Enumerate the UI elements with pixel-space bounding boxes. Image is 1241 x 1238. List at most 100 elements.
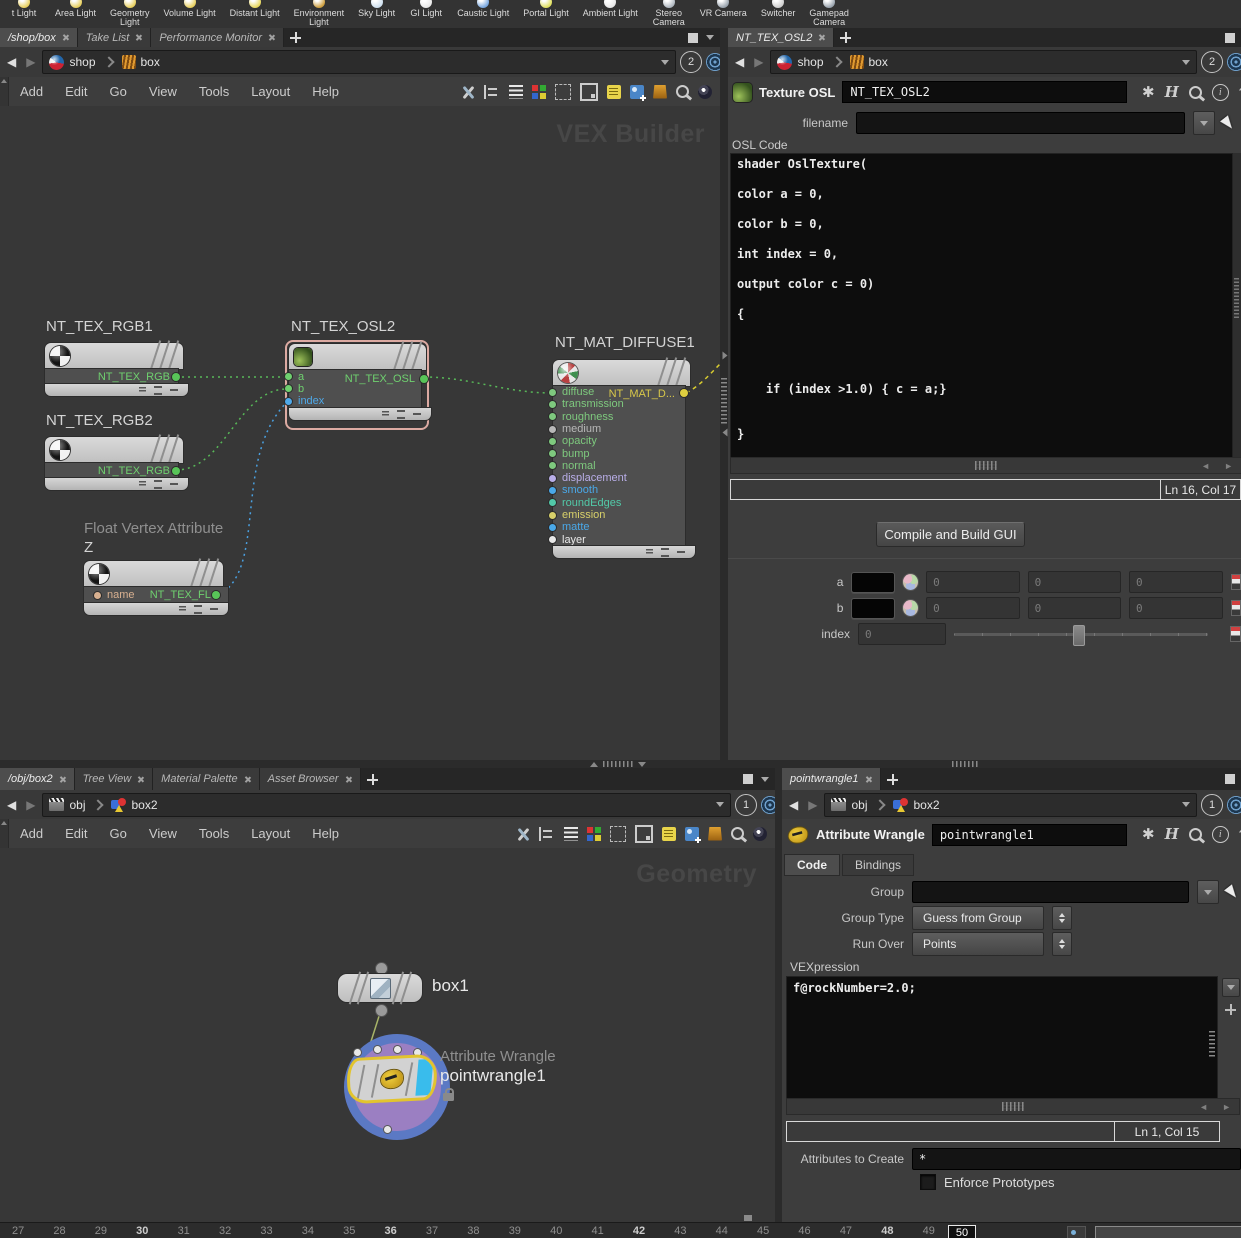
forward-icon[interactable]: ▶ [805,798,820,812]
path-dropdown-icon[interactable] [1182,59,1190,65]
vertical-splitter[interactable] [775,768,782,1222]
pane-tab[interactable]: Take List [77,28,152,47]
forward-icon[interactable]: ▶ [23,798,38,812]
menu-item[interactable]: Help [301,826,350,841]
file-chooser-icon[interactable] [1220,114,1236,132]
path-node[interactable]: box [869,55,888,69]
menu-item[interactable]: Layout [240,826,301,841]
path-field[interactable]: shop box [42,50,676,74]
node-nt-tex-osl2-selected[interactable]: a b index NT_TEX_OSL [285,340,431,430]
output-connector[interactable] [172,373,180,381]
pane-tab[interactable]: Asset Browser [259,768,361,790]
search-icon[interactable] [676,85,689,98]
frame-number[interactable]: 46 [798,1225,839,1237]
info-icon[interactable]: i [1211,83,1229,101]
close-tab-icon[interactable] [818,34,825,41]
houdini-logo-icon[interactable]: H [1165,84,1179,100]
gear-icon[interactable]: ✱ [1142,85,1155,100]
shelf-tool[interactable]: Distant Light [223,0,287,18]
subnet-window-icon[interactable] [635,824,653,843]
vex-expand-icon[interactable] [1222,978,1240,997]
frame-number[interactable]: 42 [633,1225,674,1237]
param-subtab[interactable]: Bindings [842,854,915,876]
node-name-field[interactable]: NT_TEX_OSL2 [842,81,1127,103]
path-dropdown-icon[interactable] [661,59,669,65]
gallery-icon[interactable] [653,84,667,99]
splitter-grip[interactable] [603,761,633,767]
link-radar-icon[interactable] [1227,53,1241,71]
network-editor-obj[interactable]: Geometry box1 Attribute Wrangle pointwra… [0,848,775,1222]
frame-number[interactable]: 39 [509,1225,550,1237]
shelf-tool[interactable]: Switcher [754,0,803,18]
path-root[interactable]: obj [69,798,85,812]
expand-down-icon[interactable] [638,761,646,767]
horizontal-splitter[interactable] [0,760,1241,768]
input-connector[interactable] [549,425,556,433]
history-count-badge[interactable]: 1 [1201,793,1223,816]
close-tab-icon[interactable] [62,34,69,41]
pane-maximize-icon[interactable] [688,32,698,43]
tree-view-icon[interactable] [539,826,555,841]
input-connector[interactable] [549,523,556,531]
node-toggle-icons[interactable] [45,478,188,490]
menu-item[interactable]: Add [9,84,54,99]
shelf-tool[interactable]: Sky Light [351,0,402,18]
frame-number[interactable]: 38 [467,1225,508,1237]
back-icon[interactable]: ◀ [4,798,19,812]
path-dropdown-icon[interactable] [716,802,724,807]
input-connector[interactable] [549,536,556,544]
index-slider[interactable] [954,624,1208,646]
value-field[interactable]: 0 [1129,571,1223,593]
splitter-grip[interactable] [952,761,978,767]
run-over-select[interactable]: Points [912,932,1044,956]
close-tab-icon[interactable] [135,34,142,41]
value-field[interactable]: 0 [1027,571,1122,593]
shelf-tool[interactable]: Ambient Light [576,0,645,18]
tools-icon[interactable] [516,827,530,841]
value-field[interactable]: 0 [1027,597,1122,619]
input-connector[interactable] [549,462,556,470]
path-node[interactable]: box2 [913,798,939,812]
input-connector[interactable] [549,511,556,519]
gallery-icon[interactable] [708,826,722,841]
node-pointwrangle1-selected[interactable] [345,1053,439,1105]
template-flag-dot[interactable] [384,1126,391,1133]
path-root[interactable]: shop [69,55,95,69]
list-view-icon[interactable] [564,826,578,841]
path-root[interactable]: shop [797,55,823,69]
node-name-field[interactable]: pointwrangle1 [931,823,1127,846]
close-tab-icon[interactable] [865,776,872,783]
expand-up-icon[interactable] [590,761,598,767]
pane-menu-icon[interactable] [761,776,769,782]
menu-item[interactable]: Tools [188,84,240,99]
input-connector[interactable] [549,487,556,495]
search-icon[interactable] [1188,828,1202,841]
filename-input[interactable] [856,112,1185,134]
network-editor-shop[interactable]: VEX Builder NT_TEX_RGB1 NT_TEX_RGB NT_TE [0,106,720,760]
node-toggle-icons[interactable] [84,603,228,615]
frame-number[interactable]: 36 [385,1225,426,1237]
path-root[interactable]: obj [851,798,867,812]
pane-maximize-icon[interactable] [1225,774,1235,784]
ramp-icon[interactable] [1230,600,1241,616]
input-connector[interactable] [549,437,556,445]
color-palette-icon[interactable] [532,84,546,99]
resize-grip-icon[interactable] [975,461,997,470]
frame-number[interactable]: 45 [757,1225,798,1237]
input-connector[interactable] [549,474,556,482]
frame-number[interactable]: 47 [840,1225,881,1237]
pane-maximize-icon[interactable] [1225,32,1235,43]
scroll-left-icon[interactable]: ◄ [1199,1102,1208,1112]
visibility-icon[interactable] [753,826,767,841]
group-dropdown-icon[interactable] [1197,880,1219,904]
menu-item[interactable]: Help [301,84,350,99]
compile-button[interactable]: Compile and Build GUI [876,522,1025,547]
pane-tab[interactable]: Material Palette [153,768,260,790]
menu-item[interactable]: Tools [188,826,240,841]
frame-range-field[interactable] [1095,1226,1241,1238]
vex-editor[interactable]: f@rockNumber=2.0; [786,976,1218,1104]
path-node[interactable]: box2 [131,798,157,812]
back-icon[interactable]: ◀ [732,55,747,69]
frame-number[interactable]: 37 [426,1225,467,1237]
current-frame-indicator[interactable]: 50 [948,1225,976,1238]
